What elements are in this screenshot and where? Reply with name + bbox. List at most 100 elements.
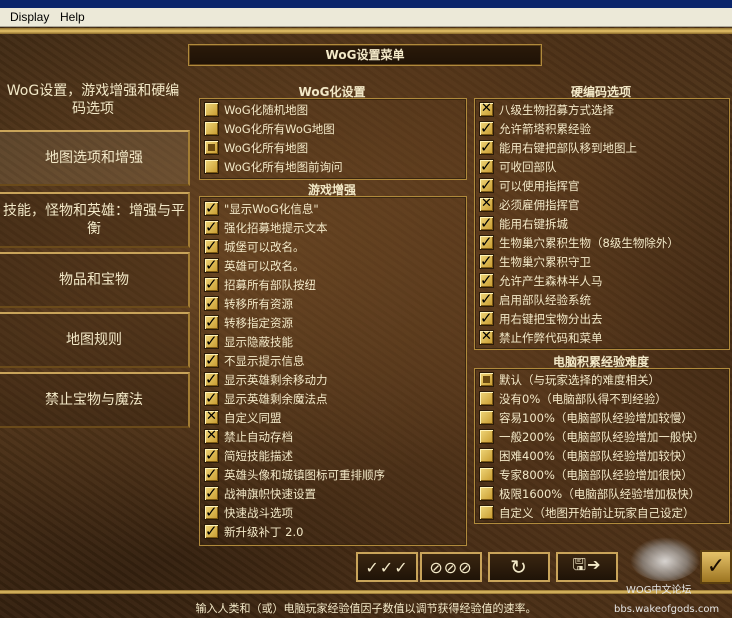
checkbox[interactable]	[479, 252, 494, 270]
checkbox[interactable]	[479, 214, 494, 232]
wog-settings-option[interactable]: WoG化所有地图	[204, 138, 308, 157]
ok-button[interactable]: ✓	[700, 550, 732, 584]
game-enhancements-option[interactable]: 不显示提示信息	[204, 351, 305, 370]
checkbox[interactable]	[204, 199, 219, 217]
game-enhancements-option[interactable]: 显示英雄剩余魔法点	[204, 389, 328, 408]
game-enhancements-option[interactable]: 简短技能描述	[204, 446, 293, 465]
wog-settings-option[interactable]: WoG化所有地图前询问	[204, 157, 343, 176]
hardcoded-option[interactable]: 启用部队经验系统	[479, 290, 591, 309]
ai-difficulty-option[interactable]: 自定义（地图开始前让玩家自己设定）	[479, 503, 695, 522]
checkbox[interactable]	[479, 505, 494, 520]
game-enhancements-option[interactable]: 战神旗帜快速设置	[204, 484, 316, 503]
checkbox[interactable]	[479, 271, 494, 289]
ai-difficulty-option[interactable]: 困难400%（电脑部队经验增加较快）	[479, 446, 693, 465]
game-enhancements-option[interactable]: 显示英雄剩余移动力	[204, 370, 328, 389]
game-enhancements-option[interactable]: 英雄头像和城镇图标可重排顺序	[204, 465, 385, 484]
checkbox[interactable]	[204, 237, 219, 255]
checkbox[interactable]	[204, 102, 219, 117]
game-enhancements-option[interactable]: 转移所有资源	[204, 294, 293, 313]
game-enhancements-option[interactable]: 显示隐蔽技能	[204, 332, 293, 351]
nav-item-5[interactable]: 禁止宝物与魔法	[0, 372, 190, 428]
ai-difficulty-option[interactable]: 默认（与玩家选择的难度相关）	[479, 370, 660, 389]
checkbox[interactable]	[204, 275, 219, 293]
hardcoded-option[interactable]: 可以使用指挥官	[479, 176, 580, 195]
game-enhancements-option[interactable]: 快速战斗选项	[204, 503, 293, 522]
checkbox[interactable]	[204, 389, 219, 407]
checkbox[interactable]	[479, 196, 494, 212]
reset-button[interactable]: ↻	[488, 552, 550, 582]
game-enhancements-option[interactable]: 城堡可以改名。	[204, 237, 305, 256]
checkbox[interactable]	[204, 484, 219, 502]
wog-settings-option[interactable]: WoG化随机地图	[204, 100, 308, 119]
hardcoded-option[interactable]: 允许产生森林半人马	[479, 271, 603, 290]
nav-item-4[interactable]: 地图规则	[0, 312, 190, 368]
checkbox[interactable]	[204, 465, 219, 483]
checkbox[interactable]	[204, 332, 219, 350]
option-label: "显示WoG化信息"	[224, 201, 319, 216]
hardcoded-option[interactable]: 允许箭塔积累经验	[479, 119, 591, 138]
hardcoded-option[interactable]: 八级生物招募方式选择	[479, 100, 614, 119]
checkbox[interactable]	[204, 446, 219, 464]
ai-difficulty-option[interactable]: 专家800%（电脑部队经验增加很快）	[479, 465, 693, 484]
checkbox[interactable]	[204, 522, 219, 540]
checkbox[interactable]	[204, 294, 219, 312]
game-enhancements-option[interactable]: 招募所有部队按纽	[204, 275, 316, 294]
hardcoded-option[interactable]: 用右键把宝物分出去	[479, 309, 603, 328]
game-enhancements-option[interactable]: "显示WoG化信息"	[204, 199, 319, 218]
deselect-all-button[interactable]: ⊘⊘⊘	[420, 552, 482, 582]
checkbox[interactable]	[479, 486, 494, 501]
checkbox[interactable]	[479, 157, 494, 175]
checkbox[interactable]	[204, 370, 219, 388]
checkbox[interactable]	[204, 159, 219, 174]
checkbox[interactable]	[204, 218, 219, 236]
ai-difficulty-option[interactable]: 一般200%（电脑部队经验增加一般快）	[479, 427, 704, 446]
checkbox[interactable]	[479, 138, 494, 156]
nav-item-1[interactable]: 地图选项和增强	[0, 130, 190, 186]
game-enhancements-option[interactable]: 自定义同盟	[204, 408, 282, 427]
checkbox[interactable]	[479, 467, 494, 482]
checkbox[interactable]	[479, 119, 494, 137]
game-enhancements-option[interactable]: 新升级补丁 2.0	[204, 522, 303, 541]
checkbox[interactable]	[479, 233, 494, 251]
menu-display[interactable]: Display	[10, 10, 49, 24]
hardcoded-option[interactable]: 能用右键把部队移到地图上	[479, 138, 637, 157]
nav-item-3[interactable]: 物品和宝物	[0, 252, 190, 308]
hardcoded-option[interactable]: 必须雇佣指挥官	[479, 195, 580, 214]
checkbox[interactable]	[479, 391, 494, 406]
checkbox[interactable]	[479, 410, 494, 425]
ai-difficulty-option[interactable]: 容易100%（电脑部队经验增加较慢）	[479, 408, 693, 427]
game-enhancements-option[interactable]: 强化招募地提示文本	[204, 218, 328, 237]
hardcoded-option[interactable]: 生物巢穴累积守卫	[479, 252, 591, 271]
game-enhancements-option[interactable]: 转移指定资源	[204, 313, 293, 332]
hardcoded-option[interactable]: 禁止作弊代码和菜单	[479, 328, 603, 347]
game-enhancements-option[interactable]: 英雄可以改名。	[204, 256, 305, 275]
nav-item-2[interactable]: 技能，怪物和英雄：增强与平衡	[0, 192, 190, 248]
ai-difficulty-option[interactable]: 没有0%（电脑部队得不到经验）	[479, 389, 667, 408]
checkbox[interactable]	[479, 329, 494, 345]
checkbox[interactable]	[479, 309, 494, 327]
ai-difficulty-option[interactable]: 极限1600%（电脑部队经验增加极快）	[479, 484, 700, 503]
checkbox[interactable]	[204, 121, 219, 136]
checkbox[interactable]	[479, 429, 494, 444]
checkbox[interactable]	[479, 290, 494, 308]
checkbox[interactable]	[479, 101, 494, 117]
checkbox[interactable]	[479, 448, 494, 463]
wog-settings-option[interactable]: WoG化所有WoG地图	[204, 119, 335, 138]
save-button[interactable]: 🖫➔	[556, 552, 618, 582]
checkbox[interactable]	[204, 428, 219, 444]
game-enhancements-option[interactable]: 禁止自动存档	[204, 427, 293, 446]
nav-item-label: 地图规则	[66, 332, 122, 348]
hardcoded-option[interactable]: 可收回部队	[479, 157, 557, 176]
hardcoded-option[interactable]: 生物巢穴累积生物（8级生物除外）	[479, 233, 679, 252]
checkbox[interactable]	[204, 351, 219, 369]
checkbox[interactable]	[204, 140, 219, 155]
checkbox[interactable]	[204, 503, 219, 521]
checkbox[interactable]	[479, 372, 494, 387]
checkbox[interactable]	[479, 176, 494, 194]
menu-help[interactable]: Help	[60, 10, 85, 24]
select-all-button[interactable]: ✓✓✓	[356, 552, 418, 582]
checkbox[interactable]	[204, 313, 219, 331]
hardcoded-option[interactable]: 能用右键拆城	[479, 214, 568, 233]
checkbox[interactable]	[204, 409, 219, 425]
checkbox[interactable]	[204, 256, 219, 274]
